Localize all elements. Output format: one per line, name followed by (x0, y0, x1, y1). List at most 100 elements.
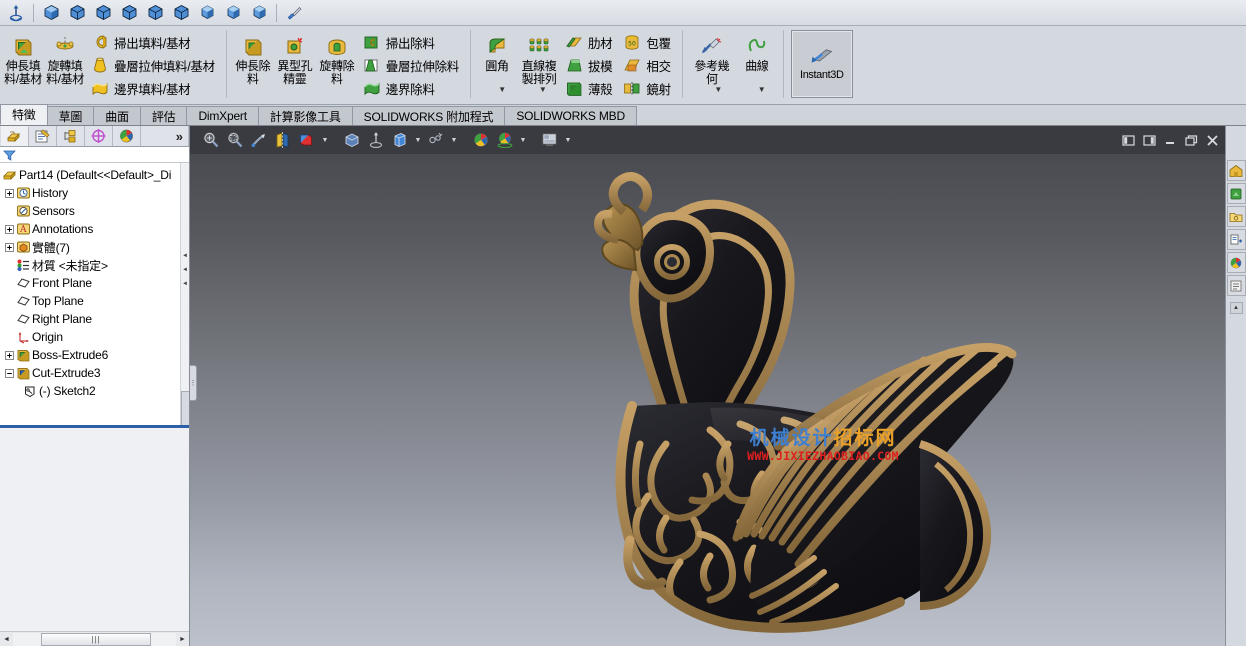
task-pane-scroll-up[interactable]: ▲ (1229, 302, 1243, 314)
fillet-dropdown[interactable]: ▼ (482, 83, 523, 97)
expand-toggle[interactable] (4, 188, 15, 199)
svg-text:50: 50 (629, 40, 637, 47)
rib-button[interactable]: 肋材 (562, 32, 616, 53)
tree-item-history[interactable]: History (0, 184, 189, 202)
reference-geometry-dropdown[interactable]: ▼ (695, 83, 741, 97)
dimxpert-manager-tab[interactable] (85, 126, 113, 146)
feature-tree-filter-bar[interactable] (0, 147, 189, 163)
intersect-icon (622, 56, 642, 74)
hscroll-right-arrow[interactable]: ► (176, 633, 189, 646)
intersect-button[interactable]: 相交 (620, 55, 674, 76)
view-right-icon[interactable] (169, 2, 193, 24)
linear-pattern-dropdown[interactable]: ▼ (523, 83, 564, 97)
revolved-cut-button[interactable]: 旋轉除 料 (316, 26, 358, 104)
curves-dropdown[interactable]: ▼ (741, 83, 782, 97)
feature-tree-hscrollbar[interactable]: ◄ ||| ► (0, 631, 189, 646)
tab-mbd[interactable]: SOLIDWORKS MBD (504, 106, 637, 125)
expand-toggle[interactable] (4, 350, 15, 361)
lofted-boss-base-button[interactable]: 疊層拉伸填料/基材 (88, 55, 219, 76)
feature-tree[interactable]: Part14 (Default<<Default>_Di History Sen… (0, 163, 189, 425)
swept-cut-button[interactable]: 掃出除料 (360, 32, 463, 53)
fillet-button[interactable]: 圓角 (476, 26, 518, 86)
view-dimetric-icon[interactable] (91, 2, 115, 24)
custom-properties-icon[interactable] (1226, 275, 1246, 296)
collapse-toggle[interactable] (4, 368, 15, 379)
expand-toggle[interactable] (4, 224, 15, 235)
lofted-cut-button[interactable]: 疊層拉伸除料 (360, 55, 463, 76)
draft-button[interactable]: 拔模 (562, 55, 616, 76)
tree-scroll-thumb[interactable] (181, 391, 189, 425)
tab-surfaces-label: 曲面 (105, 109, 129, 124)
expand-toggle[interactable] (4, 242, 15, 253)
tree-item-material[interactable]: 材質 <未指定> (0, 256, 189, 274)
configuration-manager-tab[interactable] (57, 126, 85, 146)
view-trimetric-icon[interactable] (65, 2, 89, 24)
model-swan[interactable] (190, 126, 1225, 646)
boundary-boss-base-button[interactable]: 邊界填料/基材 (88, 78, 219, 99)
dimxpert-manager-icon (91, 129, 106, 143)
tree-item-origin[interactable]: Origin (0, 328, 189, 346)
view-palette-icon[interactable] (1226, 229, 1246, 250)
fillet-label: 圓角 (485, 59, 509, 73)
view-top-icon[interactable] (143, 2, 167, 24)
tree-item-front-plane[interactable]: Front Plane (0, 274, 189, 292)
instant3d-button[interactable]: Instant3D (790, 30, 853, 98)
revolved-boss-base-button[interactable]: 旋轉填 料/基材 (44, 26, 86, 86)
tree-item-top-plane[interactable]: Top Plane (0, 292, 189, 310)
graphics-viewport[interactable]: ▼ ▼ ▼ ▼ ▼ 机械设计招标网 WWW.JIXIEZHAOBIAO.COM … (190, 126, 1225, 646)
file-explorer-icon[interactable] (1226, 206, 1246, 227)
ribbon-separator-1 (225, 30, 227, 98)
tab-sketch[interactable]: 草圖 (46, 106, 95, 125)
hole-wizard-icon (282, 34, 308, 58)
appearances-scenes-icon[interactable] (1226, 252, 1246, 273)
tab-dimxpert-label: DimXpert (198, 109, 247, 123)
tree-item-sketch2[interactable]: (-) Sketch2 (0, 382, 189, 400)
tree-vertical-scrollbar[interactable]: ◄ ◄ ◄ (180, 163, 189, 425)
origin-axis-icon[interactable] (4, 2, 28, 24)
wrap-button[interactable]: 50 包覆 (620, 32, 674, 53)
view-isometric-icon[interactable] (39, 2, 63, 24)
tree-item-annotations[interactable]: A Annotations (0, 220, 189, 238)
view-front-icon[interactable] (117, 2, 141, 24)
tab-addins-label: SOLIDWORKS 附加程式 (363, 109, 494, 124)
tree-item-part[interactable]: Part14 (Default<<Default>_Di (0, 166, 189, 184)
view-shaded-icon[interactable] (195, 2, 219, 24)
sensors-icon (15, 204, 32, 218)
tab-render-tools[interactable]: 計算影像工具 (257, 106, 353, 125)
view-shaded-edges-icon[interactable] (221, 2, 245, 24)
tab-features[interactable]: 特徵 (0, 104, 48, 125)
extruded-cut-button[interactable]: 伸長除 料 (232, 26, 274, 104)
tree-item-boss-extrude6[interactable]: Boss-Extrude6 (0, 346, 189, 364)
swept-boss-base-button[interactable]: 掃出填料/基材 (88, 32, 219, 53)
solidworks-resources-icon[interactable] (1226, 160, 1246, 181)
view-hidden-icon[interactable] (247, 2, 271, 24)
feature-manager-tabbar: » (0, 126, 189, 147)
tree-item-sensors[interactable]: Sensors (0, 202, 189, 220)
tab-surfaces[interactable]: 曲面 (93, 106, 141, 125)
tree-item-right-plane[interactable]: Right Plane (0, 310, 189, 328)
hscroll-left-arrow[interactable]: ◄ (0, 633, 13, 646)
swan-crest-loop-1 (608, 172, 652, 216)
tab-evaluate[interactable]: 評估 (139, 106, 188, 125)
feature-tree-tab[interactable] (1, 126, 29, 146)
tree-item-solid-bodies[interactable]: 實體(7) (0, 238, 189, 256)
hscroll-thumb[interactable]: ||| (41, 632, 151, 646)
hscroll-track[interactable]: ||| (13, 632, 176, 646)
tree-item-part-label: Part14 (Default<<Default>_Di (19, 168, 172, 182)
tree-item-cut-extrude3[interactable]: Cut-Extrude3 (0, 364, 189, 382)
extruded-boss-base-button[interactable]: 伸長填 料/基材 (2, 26, 44, 86)
property-manager-tab[interactable] (29, 126, 57, 146)
panel-splitter-handle[interactable]: ⋮ (190, 365, 197, 401)
tab-addins[interactable]: SOLIDWORKS 附加程式 (351, 106, 506, 125)
linear-pattern-button[interactable]: 直線複 製排列 (518, 26, 560, 86)
design-library-icon[interactable] (1226, 183, 1246, 204)
appearance-icon[interactable] (282, 2, 306, 24)
tab-dimxpert[interactable]: DimXpert (186, 106, 259, 125)
feature-tree-icon (7, 131, 20, 142)
tree-item-origin-label: Origin (32, 330, 63, 344)
boss-extrude-icon (15, 348, 32, 362)
svg-text:A: A (19, 225, 27, 235)
display-manager-tab[interactable] (113, 126, 141, 146)
hole-wizard-button[interactable]: 異型孔 精靈 (274, 26, 316, 104)
feature-manager-more-button[interactable]: » (141, 126, 189, 146)
